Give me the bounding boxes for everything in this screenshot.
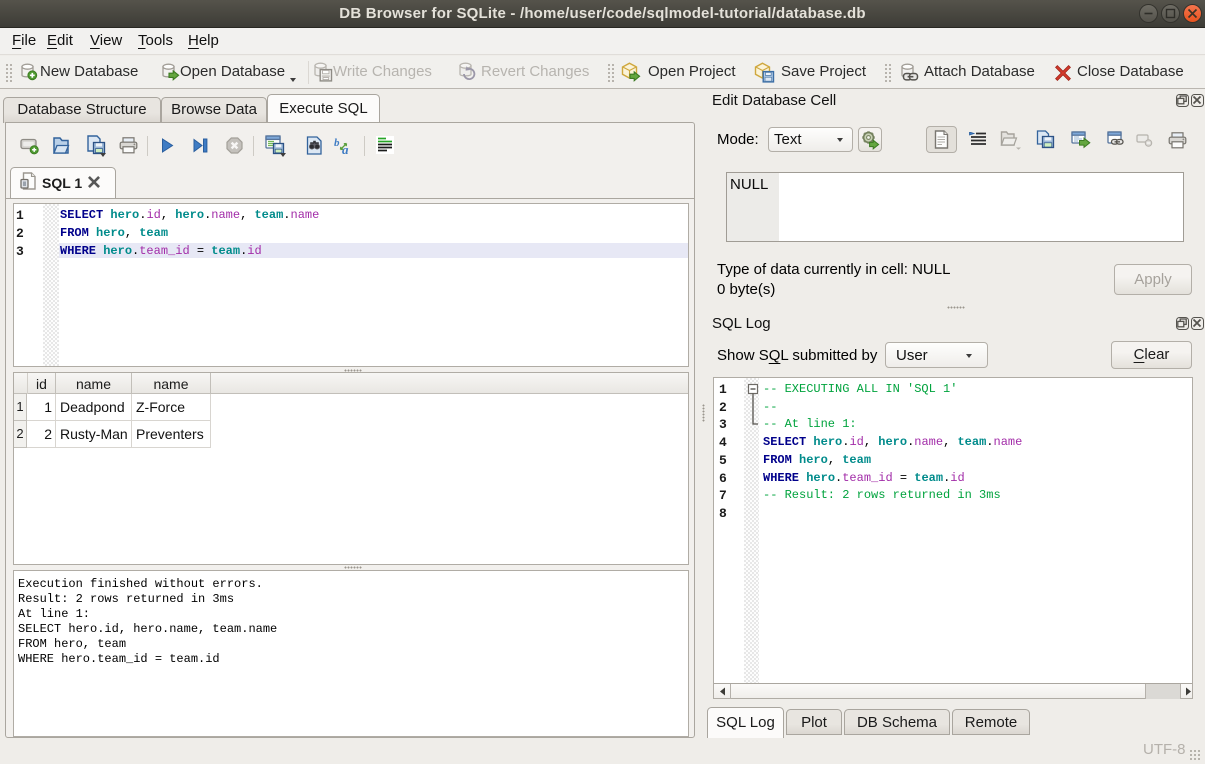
- svg-text:b: b: [334, 137, 340, 149]
